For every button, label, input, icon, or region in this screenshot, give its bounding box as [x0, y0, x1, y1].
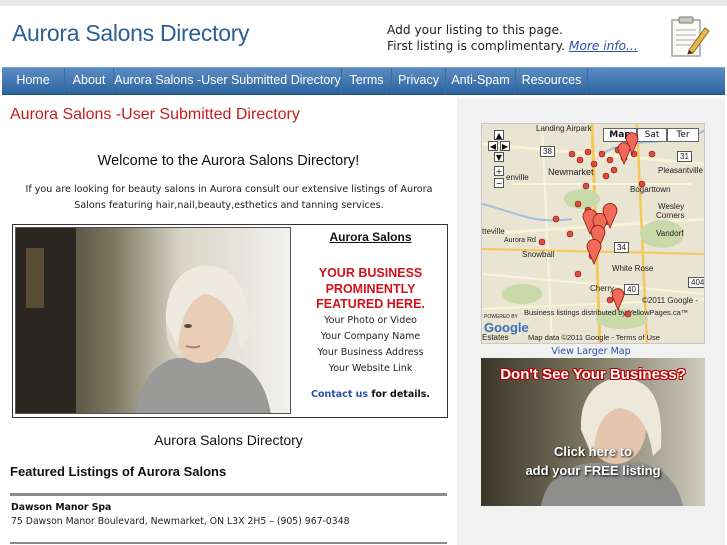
- listing-address: 75 Dawson Manor Boulevard, Newmarket, ON…: [11, 516, 350, 527]
- notepad-pencil-icon: [671, 16, 710, 57]
- featured-ad-box: Aurora Salons YOUR BUSINESS PROMINENTLY …: [12, 224, 448, 418]
- welcome-heading: Welcome to the Aurora Salons Directory!: [97, 153, 360, 169]
- contact-suffix: for details.: [368, 388, 431, 400]
- listing-divider: [10, 542, 447, 544]
- featured-listings-heading: Featured Listings of Aurora Salons: [10, 464, 227, 479]
- nav-terms[interactable]: Terms: [342, 68, 392, 95]
- banner-cta-line-2: add your FREE listing: [525, 463, 661, 478]
- feature-ad-text: Aurora Salons YOUR BUSINESS PROMINENTLY …: [295, 227, 446, 414]
- contact-us-link[interactable]: Contact us: [311, 389, 368, 400]
- sidebar: Map Sat Ter ▲ ◀ ▶ ▼ + − Landing Airpark …: [457, 98, 725, 545]
- feature-headline: YOUR BUSINESS PROMINENTLY FEATURED HERE.: [295, 266, 446, 313]
- feature-line-photo: Your Photo or Video: [324, 314, 417, 326]
- headline-line-3: FEATURED HERE.: [316, 297, 425, 311]
- nav-anti-spam[interactable]: Anti-Spam: [446, 68, 516, 95]
- nav-directory[interactable]: Aurora Salons -User Submitted Directory: [114, 68, 342, 95]
- directory-heading: Aurora Salons Directory: [154, 432, 303, 448]
- nav-about[interactable]: About: [65, 68, 114, 95]
- feature-line-website: Your Website Link: [328, 362, 413, 374]
- feature-line-company: Your Company Name: [320, 330, 421, 342]
- main-nav: Home About Aurora Salons -User Submitted…: [2, 67, 725, 95]
- blonde-woman-photo: [16, 228, 290, 413]
- main-content: Aurora Salons -User Submitted Directory …: [3, 98, 454, 545]
- banner-headline: Don't See Your Business?: [500, 366, 686, 383]
- site-title[interactable]: Aurora Salons Directory: [12, 20, 250, 47]
- map-pins-layer: [538, 132, 656, 318]
- listing-divider: [10, 493, 447, 496]
- nav-resources[interactable]: Resources: [516, 68, 588, 95]
- promo-line-1: Add your listing to this page.: [387, 23, 563, 37]
- google-map[interactable]: Map Sat Ter ▲ ◀ ▶ ▼ + − Landing Airpark …: [481, 123, 705, 344]
- nav-home[interactable]: Home: [2, 68, 65, 95]
- page-title: Aurora Salons -User Submitted Directory: [10, 106, 300, 123]
- banner-cta: Click here to add your FREE listing: [481, 442, 705, 480]
- intro-text: If you are looking for beauty salons in …: [25, 184, 433, 211]
- headline-line-2: PROMINENTLY: [325, 281, 416, 296]
- feature-line-address: Your Business Address: [317, 346, 424, 358]
- nav-privacy[interactable]: Privacy: [392, 68, 446, 95]
- listing-name: Dawson Manor Spa: [11, 502, 112, 513]
- view-larger-map-link[interactable]: View Larger Map: [457, 346, 725, 357]
- banner-cta-line-1: Click here to: [553, 444, 633, 459]
- add-free-listing-banner[interactable]: Don't See Your Business? Click here to a…: [481, 358, 705, 506]
- add-listing-promo: Add your listing to this page. First lis…: [387, 22, 638, 54]
- salon-photo: [15, 227, 291, 414]
- site-header: Aurora Salons Directory Add your listing…: [0, 6, 727, 67]
- feature-title[interactable]: Aurora Salons: [295, 230, 446, 244]
- feature-contact: Contact us for details.: [295, 389, 446, 400]
- headline-line-1: YOUR BUSINESS: [318, 266, 423, 280]
- promo-line-2: First listing is complimentary. More inf…: [387, 38, 638, 54]
- more-info-link[interactable]: More info...: [569, 39, 638, 53]
- promo-line-2-text: First listing is complimentary.: [387, 39, 565, 53]
